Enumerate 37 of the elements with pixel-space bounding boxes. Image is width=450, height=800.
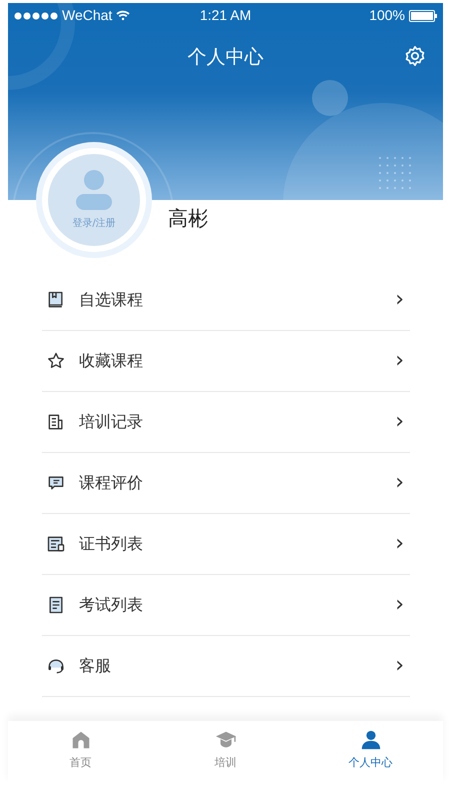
menu-item[interactable]: 课程评价 › <box>42 453 410 514</box>
status-time: 1:21 AM <box>200 6 252 25</box>
menu-item[interactable]: 客服 › <box>42 636 410 697</box>
menu-label: 课程评价 <box>79 472 144 494</box>
menu-item[interactable]: 培训记录 › <box>42 392 410 453</box>
menu-label: 自选课程 <box>79 289 144 311</box>
menu-label: 收藏课程 <box>79 350 144 372</box>
person-icon <box>360 729 382 751</box>
settings-icon[interactable] <box>404 45 426 67</box>
certificate-icon <box>46 534 66 554</box>
page-title: 个人中心 <box>188 44 264 70</box>
person-icon <box>76 170 112 210</box>
menu-item[interactable]: 收藏课程 › <box>42 331 410 392</box>
chevron-icon: › <box>395 289 410 311</box>
battery-icon <box>409 10 437 22</box>
menu-label: 考试列表 <box>79 594 144 616</box>
chevron-icon: › <box>395 350 410 372</box>
tab-item[interactable]: 培训 <box>153 721 298 785</box>
menu-label: 培训记录 <box>79 411 144 433</box>
tab-item[interactable]: 个人中心 <box>298 721 443 785</box>
signal-icon <box>14 12 58 20</box>
star-icon <box>46 351 66 371</box>
menu-label: 客服 <box>79 655 112 677</box>
carrier-name: WeChat <box>62 6 112 25</box>
chevron-icon: › <box>395 594 410 616</box>
menu-item[interactable]: 考试列表 › <box>42 575 410 636</box>
wifi-icon <box>116 10 130 21</box>
menu-item[interactable]: 自选课程 › <box>42 270 410 331</box>
chevron-icon: › <box>395 655 410 677</box>
tab-item[interactable]: 首页 <box>8 721 153 785</box>
menu-item[interactable]: 证书列表 › <box>42 514 410 575</box>
battery-level: 100% <box>369 6 405 25</box>
menu-label: 证书列表 <box>79 533 144 555</box>
chevron-icon: › <box>395 533 410 555</box>
user-name: 高彬 <box>168 208 208 232</box>
chevron-icon: › <box>395 472 410 494</box>
chevron-icon: › <box>395 411 410 433</box>
